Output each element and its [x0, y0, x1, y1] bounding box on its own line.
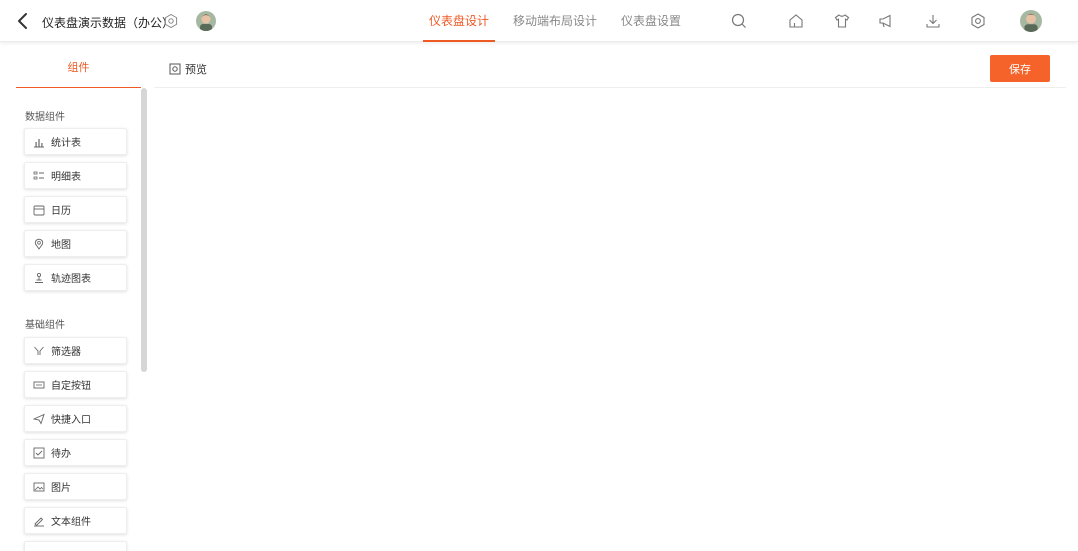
tab-components[interactable]: 组件	[16, 44, 141, 88]
calendar-icon	[33, 205, 45, 215]
component-filter[interactable]: 筛选器	[24, 337, 127, 364]
editor-subbar: 组件 预览 保存	[0, 44, 1078, 88]
component-shortcut[interactable]: 快捷入口	[24, 405, 127, 432]
tab-dashboard-design[interactable]: 仪表盘设计	[423, 0, 496, 42]
filter-icon	[34, 346, 44, 355]
preview-icon	[169, 63, 181, 75]
component-calendar[interactable]: 日历	[24, 196, 127, 223]
image-icon	[33, 482, 45, 491]
group-title-basic: 基础组件	[25, 320, 65, 331]
search-icon[interactable]	[730, 12, 748, 30]
shortcut-icon	[33, 413, 45, 425]
preview-button[interactable]: 预览	[169, 61, 207, 77]
list-icon	[33, 171, 44, 179]
home-icon[interactable]	[787, 12, 805, 30]
top-bar: 仪表盘演示数据（办公） 仪表盘设计 移动端布局设计 仪表盘设置	[0, 0, 1078, 42]
component-custom-button[interactable]: 自定按钮	[24, 371, 127, 398]
back-arrow-icon[interactable]	[14, 11, 32, 31]
component-track-chart[interactable]: 轨迹图表	[24, 264, 127, 291]
todo-icon	[33, 447, 45, 458]
download-icon[interactable]	[924, 12, 942, 30]
component-stat-table[interactable]: 统计表	[24, 128, 127, 155]
title-settings-icon[interactable]	[163, 13, 179, 29]
dashboard-title: 仪表盘演示数据（办公）	[42, 16, 175, 30]
preview-label: 预览	[185, 63, 207, 76]
tab-dashboard-settings[interactable]: 仪表盘设置	[615, 0, 687, 42]
save-button[interactable]: 保存	[990, 55, 1050, 82]
shirt-icon[interactable]	[833, 12, 851, 30]
map-pin-icon	[34, 238, 44, 250]
button-icon	[33, 381, 45, 388]
component-more[interactable]	[24, 541, 127, 551]
bar-chart-icon	[34, 138, 44, 147]
megaphone-icon[interactable]	[877, 12, 895, 30]
component-image[interactable]: 图片	[24, 473, 127, 500]
component-map[interactable]: 地图	[24, 230, 127, 257]
design-tabs: 仪表盘设计 移动端布局设计 仪表盘设置	[423, 0, 699, 42]
dashboard-canvas[interactable]	[154, 89, 1066, 551]
text-icon	[34, 516, 44, 526]
group-title-data: 数据组件	[25, 112, 65, 123]
component-text[interactable]: 文本组件	[24, 507, 127, 534]
component-detail-table[interactable]: 明细表	[24, 162, 127, 189]
gear-icon[interactable]	[969, 12, 987, 30]
component-todo[interactable]: 待办	[24, 439, 127, 466]
component-panel: 数据组件 统计表 明细表 日历 地图 轨迹图表 基础组件 筛选器 自定按钮 快捷…	[16, 88, 148, 551]
divider	[154, 87, 1066, 88]
sidebar-scrollbar[interactable]	[141, 88, 147, 372]
tab-mobile-layout[interactable]: 移动端布局设计	[507, 0, 603, 42]
user-avatar[interactable]	[1020, 10, 1042, 32]
avatar[interactable]	[196, 11, 216, 31]
track-icon	[35, 272, 43, 283]
